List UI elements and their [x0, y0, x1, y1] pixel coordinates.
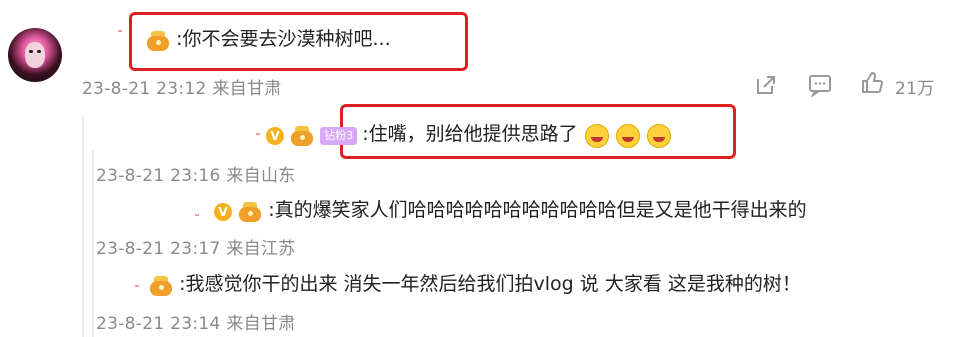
reply-1-text: :住嘴，别给他提供思路了	[362, 123, 578, 145]
verified-v-icon: V	[214, 202, 232, 221]
reply-2: V :真的爆笑家人们哈哈哈哈哈哈哈哈哈哈哈但是又是他干得出来的	[214, 195, 807, 223]
redacted-username-mark	[195, 214, 199, 216]
redacted-username-mark	[135, 285, 139, 287]
laughing-crying-emoji	[615, 123, 640, 148]
main-comment: :你不会要去沙漠种树吧...	[145, 24, 391, 52]
thread-line-inner	[92, 150, 94, 337]
commenter-avatar[interactable]	[8, 28, 62, 82]
redacted-username-mark	[118, 30, 122, 32]
like-count[interactable]: 21万	[895, 74, 935, 99]
share-icon[interactable]	[754, 73, 778, 97]
comment-icon[interactable]	[808, 73, 832, 97]
avatar-eye	[29, 50, 33, 53]
crown-icon	[289, 125, 315, 147]
reply-3-meta: 23-8-21 23:14 来自甘肃	[96, 314, 296, 334]
reply-1-meta: 23-8-21 23:16 来自山东	[96, 166, 296, 186]
verified-v-icon: V	[266, 126, 284, 145]
laughing-crying-emoji	[584, 123, 609, 148]
crown-icon	[148, 275, 174, 297]
reply-3-text: :我感觉你干的出来 消失一年然后给我们拍vlog 说 大家看 这是我种的树！	[179, 273, 801, 295]
fan-level-badge: 钻粉3	[320, 126, 358, 145]
redacted-username-mark	[256, 133, 260, 135]
laughing-crying-emoji	[646, 123, 671, 148]
avatar-face	[25, 42, 45, 68]
avatar-eye	[37, 50, 41, 53]
reply-2-meta: 23-8-21 23:17 来自江苏	[96, 239, 296, 259]
main-comment-meta: 23-8-21 23:12 来自甘肃	[82, 79, 282, 99]
thumbs-up-icon[interactable]	[860, 71, 884, 95]
reply-1: V 钻粉3 :住嘴，别给他提供思路了	[266, 119, 671, 148]
crown-icon	[145, 30, 171, 52]
reply-2-text: :真的爆笑家人们哈哈哈哈哈哈哈哈哈哈哈但是又是他干得出来的	[268, 199, 807, 221]
reply-3: :我感觉你干的出来 消失一年然后给我们拍vlog 说 大家看 这是我种的树！	[148, 269, 801, 297]
crown-icon	[237, 201, 263, 223]
main-comment-text: :你不会要去沙漠种树吧...	[176, 28, 391, 50]
thread-line	[82, 116, 84, 337]
